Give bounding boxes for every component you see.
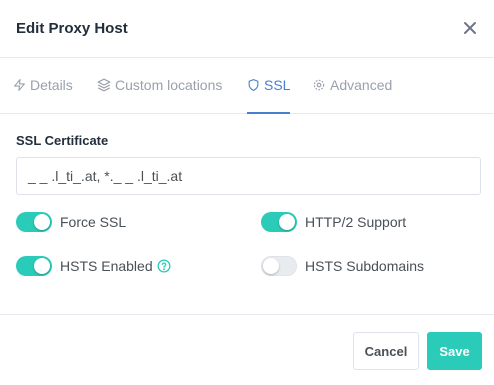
- question-circle-icon[interactable]: [157, 259, 171, 273]
- hsts-subdomains-switch[interactable]: [261, 256, 297, 276]
- ssl-certificate-select[interactable]: _ _ .l_ti_.at, *._ _ .l_ti_.at: [16, 157, 481, 195]
- tab-ssl[interactable]: SSL: [247, 57, 291, 114]
- force-ssl-switch[interactable]: [16, 212, 52, 232]
- modal-header: Edit Proxy Host: [0, 0, 494, 58]
- force-ssl-toggle[interactable]: Force SSL: [16, 212, 126, 232]
- tab-details[interactable]: Details: [13, 57, 73, 113]
- tab-custom-locations[interactable]: Custom locations: [97, 57, 222, 113]
- bolt-icon: [14, 79, 25, 91]
- ssl-certificate-label: SSL Certificate: [16, 133, 109, 148]
- hsts-subdomains-label: HSTS Subdomains: [305, 258, 425, 274]
- save-button[interactable]: Save: [427, 332, 482, 370]
- hsts-enabled-toggle[interactable]: HSTS Enabled: [16, 256, 171, 276]
- tab-custom-locations-label: Custom locations: [115, 77, 223, 93]
- http2-support-toggle[interactable]: HTTP/2 Support: [261, 212, 406, 232]
- tab-advanced-label: Advanced: [330, 77, 393, 93]
- force-ssl-label: Force SSL: [60, 214, 127, 230]
- http2-support-switch[interactable]: [261, 212, 297, 232]
- tab-ssl-label: SSL: [264, 77, 291, 93]
- tab-details-label: Details: [30, 77, 73, 93]
- shield-icon: [248, 79, 259, 91]
- hsts-enabled-switch[interactable]: [16, 256, 52, 276]
- http2-support-label: HTTP/2 Support: [305, 214, 407, 230]
- cancel-button[interactable]: Cancel: [353, 332, 419, 370]
- hsts-enabled-label: HSTS Enabled: [60, 258, 153, 274]
- layers-icon: [97, 78, 111, 92]
- tab-bar: Details Custom locations SSL Advanced: [0, 57, 494, 114]
- modal-title: Edit Proxy Host: [16, 20, 128, 37]
- gear-icon: [313, 79, 325, 91]
- edit-proxy-host-modal: Edit Proxy Host Details Custom locations…: [0, 0, 494, 384]
- hsts-subdomains-toggle[interactable]: HSTS Subdomains: [261, 256, 424, 276]
- close-icon[interactable]: [461, 19, 479, 37]
- modal-footer: Cancel Save: [0, 314, 494, 385]
- tab-advanced[interactable]: Advanced: [312, 57, 392, 113]
